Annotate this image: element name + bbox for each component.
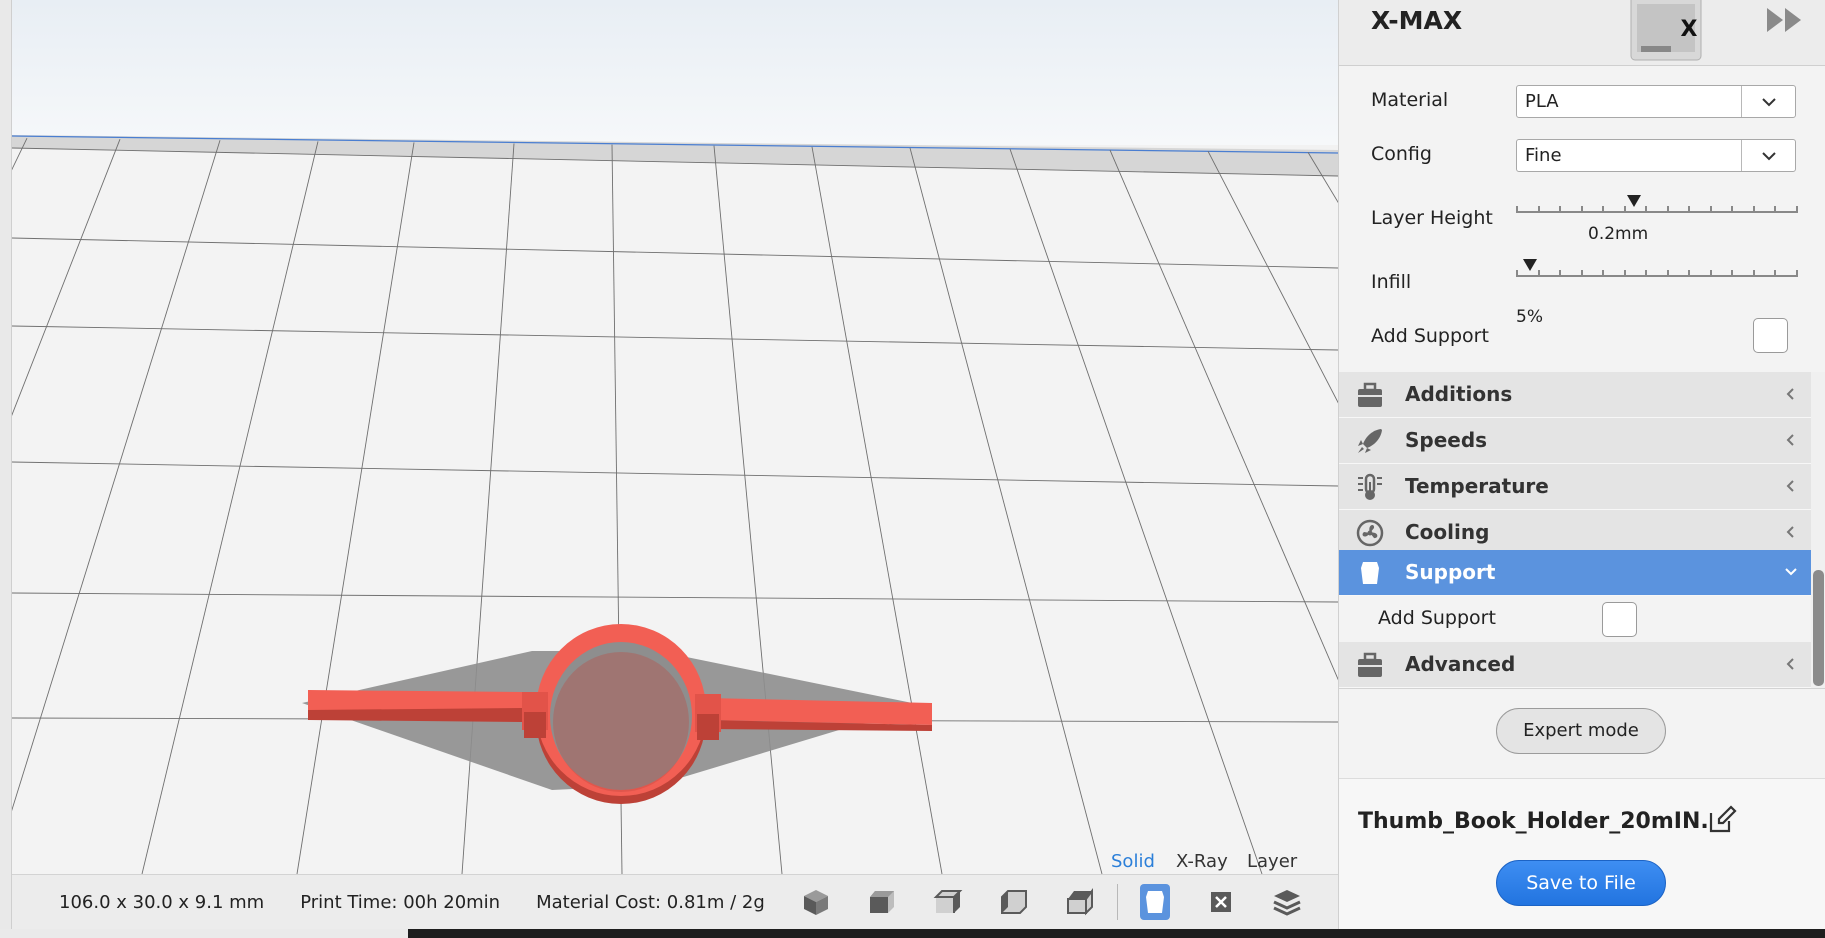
material-cost-label: Material Cost: [536,891,662,913]
top-view-icon[interactable] [1065,886,1095,918]
config-label: Config [1371,143,1432,165]
toolbox-icon [1358,382,1382,407]
left-view-icon[interactable] [933,886,963,918]
collapse-panel-icon[interactable] [1763,4,1807,36]
chevron-down-icon [1741,86,1795,117]
layer-height-label: Layer Height [1371,207,1493,229]
settings-panel: X-MAX X Material PLA Config Fine Layer H… [1338,0,1825,929]
section-title: Cooling [1405,520,1490,544]
rocket-icon [1358,429,1382,453]
support-subsection: Add Support [1339,596,1811,642]
material-value: PLA [1525,91,1559,112]
xray-mode-icon[interactable] [1206,886,1236,918]
printer-badge: X [1681,17,1698,42]
view-mode-layer[interactable]: Layer [1247,851,1297,872]
config-select[interactable]: Fine [1516,139,1796,172]
slicer-app: Solid X-Ray Layer 106.0 x 30.0 x 9.1 mm … [0,0,1825,938]
thermometer-icon [1358,473,1382,500]
3d-viewport[interactable]: Solid X-Ray Layer [12,0,1338,874]
print-time-label: Print Time: [300,891,398,913]
material-select[interactable]: PLA [1516,85,1796,118]
printer-thumbnail-icon[interactable]: X [1627,0,1715,64]
section-temperature[interactable]: Temperature [1339,464,1811,510]
edit-icon[interactable] [1707,805,1737,835]
panel-divider [1339,688,1825,689]
model-dimensions: 106.0 x 30.0 x 9.1 mm [59,891,265,913]
save-to-file-button[interactable]: Save to File [1496,860,1666,906]
support-add-support-checkbox[interactable] [1602,602,1637,637]
printer-name[interactable]: X-MAX [1371,6,1462,35]
print-time-value: 00h 20min [403,891,501,913]
layer-height-slider[interactable] [1516,195,1798,219]
taskbar-strip [0,929,1825,938]
support-add-support-label: Add Support [1378,607,1496,629]
left-edge-bar [0,0,12,938]
printer-header: X-MAX X [1339,0,1825,66]
chevron-left-icon [1786,480,1794,492]
iso-view-icon[interactable] [801,886,831,918]
print-time: Print Time: 00h 20min [300,892,500,913]
right-view-icon[interactable] [999,886,1029,918]
material-label: Material [1371,89,1449,111]
infill-thumb[interactable] [1523,259,1537,271]
layer-height-thumb[interactable] [1627,195,1641,207]
statusbar-separator [1116,884,1118,920]
material-cost-value: 0.81m / 2g [666,891,765,913]
chevron-left-icon [1786,388,1794,400]
infill-value: 5% [1516,307,1543,327]
file-section: Thumb_Book_Holder_20mIN. Save to File [1339,778,1825,929]
chevron-left-icon [1786,434,1794,446]
material-cost: Material Cost: 0.81m / 2g [536,892,765,913]
section-support[interactable]: Support [1339,550,1811,596]
infill-slider[interactable] [1516,259,1798,283]
section-speeds[interactable]: Speeds [1339,418,1811,464]
fan-icon [1356,519,1384,547]
scrollbar-thumb[interactable] [1813,570,1824,686]
chevron-left-icon [1786,526,1794,538]
view-mode-xray[interactable]: X-Ray [1176,851,1228,872]
section-title: Temperature [1405,474,1549,498]
view-mode-solid[interactable]: Solid [1111,851,1155,872]
add-support-checkbox[interactable] [1753,318,1788,353]
layer-height-value: 0.2mm [1588,224,1649,244]
support-icon [1361,562,1379,584]
section-title: Speeds [1405,428,1488,452]
chevron-down-icon [1741,140,1795,171]
build-plate-scene [12,0,1338,874]
layer-mode-icon[interactable] [1272,886,1302,918]
status-bar: 106.0 x 30.0 x 9.1 mm Print Time: 00h 20… [12,874,1338,929]
front-view-icon[interactable] [867,886,897,918]
section-title: Advanced [1405,652,1516,676]
section-title: Support [1405,560,1496,584]
add-support-label: Add Support [1371,325,1489,347]
section-title: Additions [1405,382,1513,406]
file-name: Thumb_Book_Holder_20mIN. [1358,809,1709,834]
section-advanced[interactable]: Advanced [1339,642,1811,688]
chevron-left-icon [1786,658,1794,670]
config-value: Fine [1525,145,1562,166]
expert-mode-button[interactable]: Expert mode [1496,708,1666,754]
solid-mode-icon[interactable] [1139,884,1170,920]
chevron-down-icon [1785,568,1797,576]
toolbox-icon [1358,652,1382,677]
infill-label: Infill [1371,271,1412,293]
section-additions[interactable]: Additions [1339,372,1811,418]
